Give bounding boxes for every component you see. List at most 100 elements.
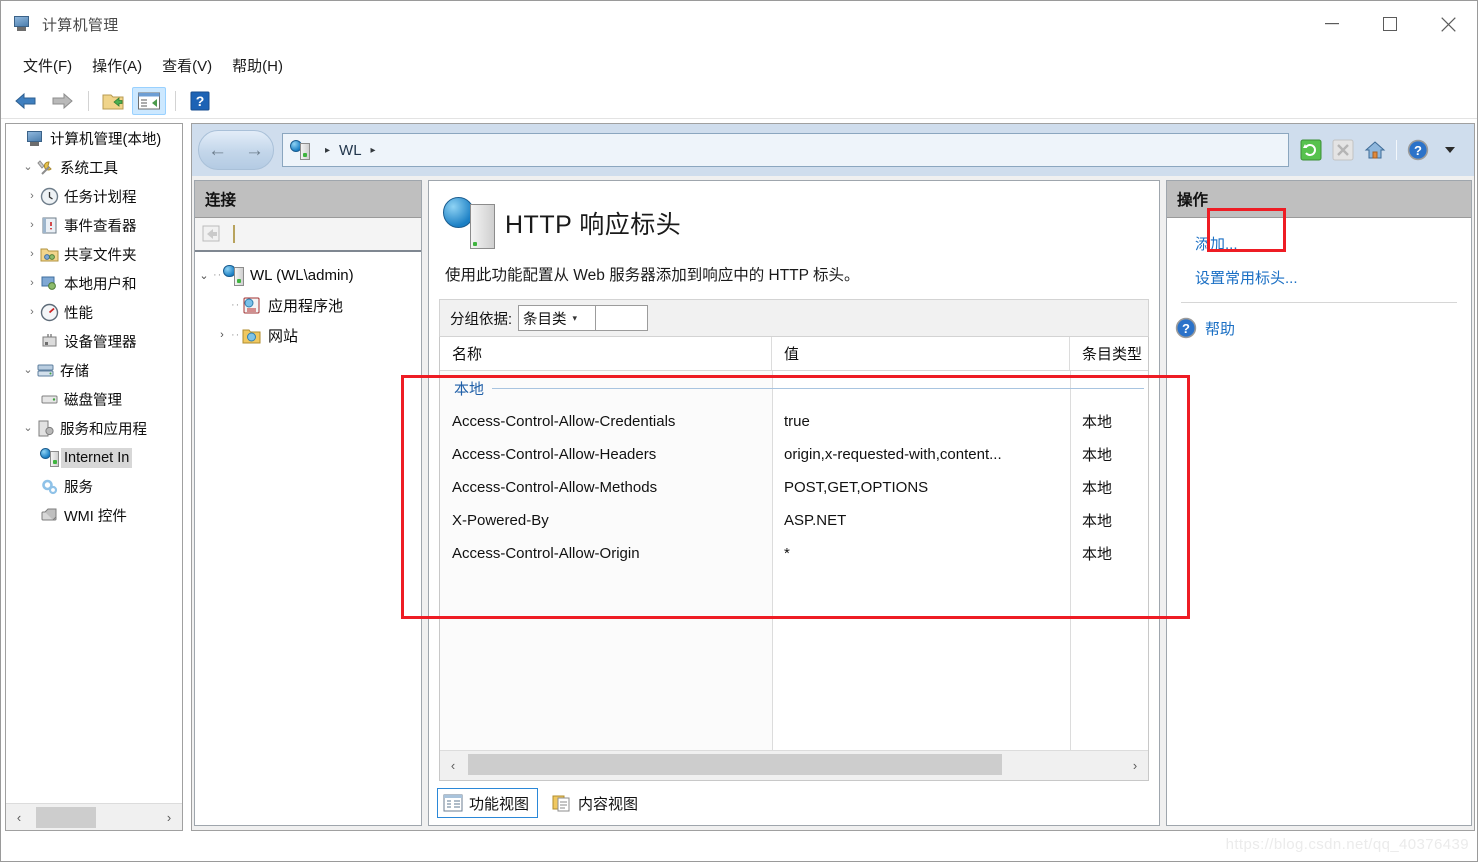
chevron-right-icon[interactable]: › xyxy=(24,191,40,202)
grid-horizontal-scrollbar[interactable]: ‹ › xyxy=(440,750,1148,780)
scroll-left-arrow[interactable]: ‹ xyxy=(6,804,32,830)
tree-node-label: 共享文件夹 xyxy=(64,248,137,264)
connect-icon[interactable] xyxy=(201,223,223,245)
cell-name: Access-Control-Allow-Headers xyxy=(452,446,657,463)
group-by-field-extension[interactable] xyxy=(596,305,649,331)
column-header-entry-type[interactable]: 条目类型 xyxy=(1070,337,1148,370)
chevron-right-icon[interactable]: › xyxy=(213,329,231,341)
minimize-button[interactable] xyxy=(1303,1,1361,47)
table-row[interactable]: Access-Control-Allow-Credentials true 本地 xyxy=(440,405,1148,438)
tree-node-storage[interactable]: ⌄ 存储 xyxy=(6,356,182,385)
menu-help[interactable]: 帮助(H) xyxy=(222,51,293,80)
server-icon xyxy=(290,140,310,160)
help-circle-icon: ? xyxy=(1175,317,1197,339)
tree-node-wmi-control[interactable]: WMI 控件 xyxy=(6,501,182,530)
help-circle-button[interactable]: ? xyxy=(1404,136,1432,164)
tree-node-shared-folders[interactable]: › 共享文件夹 xyxy=(6,240,182,269)
show-hide-console-tree-button[interactable] xyxy=(96,87,130,115)
toolbar-caret xyxy=(233,225,235,243)
tree-dots: ·· xyxy=(213,269,223,281)
home-button[interactable] xyxy=(1361,136,1389,164)
back-button[interactable] xyxy=(9,87,43,115)
tree-node-services-and-applications[interactable]: ⌄ 服务和应用程 xyxy=(6,414,182,443)
svg-text:?: ? xyxy=(1182,321,1190,336)
chevron-down-icon[interactable]: ⌄ xyxy=(195,269,213,282)
action-add[interactable]: 添加... xyxy=(1167,226,1471,260)
table-row[interactable]: Access-Control-Allow-Headers origin,x-re… xyxy=(440,438,1148,471)
chevron-down-icon[interactable]: ⌄ xyxy=(20,365,36,376)
toolbar-separator xyxy=(1396,140,1397,160)
tree-node-computer-management[interactable]: 计算机管理(本地) xyxy=(6,124,182,153)
menu-view[interactable]: 查看(V) xyxy=(152,51,222,80)
back-arrow-icon[interactable]: ← xyxy=(208,141,227,160)
grid-group-row-local[interactable]: 本地 xyxy=(440,371,1148,405)
scroll-left-arrow[interactable]: ‹ xyxy=(440,751,466,780)
action-set-common-headers[interactable]: 设置常用标头... xyxy=(1167,260,1471,294)
breadcrumb-separator-icon[interactable]: ▸ xyxy=(325,145,330,156)
chevron-right-icon[interactable]: › xyxy=(24,307,40,318)
chevron-right-icon[interactable]: › xyxy=(24,220,40,231)
tree-node-services[interactable]: 服务 xyxy=(6,472,182,501)
scroll-track[interactable] xyxy=(466,751,1122,780)
chevron-down-icon[interactable] xyxy=(1436,136,1464,164)
connection-node-wl[interactable]: ⌄ ·· WL (WL\admin) xyxy=(195,260,421,290)
scroll-thumb[interactable] xyxy=(468,754,1002,775)
tree-node-disk-management[interactable]: 磁盘管理 xyxy=(6,385,182,414)
connection-node-label: WL (WL\admin) xyxy=(250,266,354,284)
server-icon xyxy=(223,264,244,286)
cell-value: true xyxy=(784,413,810,430)
chevron-down-icon[interactable]: ⌄ xyxy=(20,162,36,173)
connection-node-sites[interactable]: › ·· 网站 xyxy=(195,320,421,350)
forward-arrow-icon[interactable]: → xyxy=(245,141,264,160)
tab-features-view[interactable]: 功能视图 xyxy=(437,788,539,818)
maximize-button[interactable] xyxy=(1361,1,1419,47)
table-row[interactable]: X-Powered-By ASP.NET 本地 xyxy=(440,504,1148,537)
eventlog-icon xyxy=(40,216,59,235)
chevron-down-icon[interactable]: ⌄ xyxy=(20,423,36,434)
stop-button xyxy=(1329,136,1357,164)
tree-node-performance[interactable]: › 性能 xyxy=(6,298,182,327)
console-tree-horizontal-scrollbar[interactable]: ‹ › xyxy=(6,803,182,830)
tree-node-label: 设备管理器 xyxy=(64,335,137,351)
close-button[interactable] xyxy=(1419,1,1477,47)
tree-node-device-manager[interactable]: 设备管理器 xyxy=(6,327,182,356)
tree-node-task-scheduler[interactable]: › 任务计划程 xyxy=(6,182,182,211)
tree-node-local-users-groups[interactable]: › 本地用户和 xyxy=(6,269,182,298)
table-row[interactable]: Access-Control-Allow-Methods POST,GET,OP… xyxy=(440,471,1148,504)
tree-node-event-viewer[interactable]: › 事件查看器 xyxy=(6,211,182,240)
breadcrumb-item-wl[interactable]: WL xyxy=(339,142,362,159)
column-header-value[interactable]: 值 xyxy=(772,337,1070,370)
tree-node-internet-information-services[interactable]: Internet In xyxy=(6,443,182,472)
chevron-down-icon[interactable]: ▾ xyxy=(573,313,578,324)
disk-management-icon xyxy=(40,390,59,409)
scroll-track[interactable] xyxy=(32,804,156,830)
action-label: 添加... xyxy=(1195,235,1238,253)
tree-node-system-tools[interactable]: ⌄ 系统工具 xyxy=(6,153,182,182)
page-title: HTTP 响应标头 xyxy=(505,211,682,239)
action-help[interactable]: ? 帮助 xyxy=(1167,311,1471,345)
breadcrumb-separator-icon-2[interactable]: ▸ xyxy=(371,145,376,156)
menu-file[interactable]: 文件(F) xyxy=(13,51,82,80)
scroll-thumb[interactable] xyxy=(36,807,96,828)
refresh-button[interactable] xyxy=(1297,136,1325,164)
column-header-name[interactable]: 名称 xyxy=(440,337,772,370)
chevron-right-icon[interactable]: › xyxy=(24,278,40,289)
table-row[interactable]: Access-Control-Allow-Origin * 本地 xyxy=(440,537,1148,570)
chevron-right-icon[interactable]: › xyxy=(24,249,40,260)
page-header: HTTP 响应标头 xyxy=(429,181,1159,249)
menu-action[interactable]: 操作(A) xyxy=(82,51,152,80)
forward-button[interactable] xyxy=(45,87,79,115)
storage-icon xyxy=(36,361,55,380)
connections-tree: ⌄ ·· WL (WL\admin) ·· 应用程序池 › ·· 网站 xyxy=(195,252,421,350)
connections-header: 连接 xyxy=(195,181,421,218)
tree-node-label: 系统工具 xyxy=(60,161,118,177)
help-button[interactable]: ? xyxy=(183,87,217,115)
tab-content-view[interactable]: 内容视图 xyxy=(546,788,647,818)
connection-node-application-pools[interactable]: ·· 应用程序池 xyxy=(195,290,421,320)
breadcrumb[interactable]: ▸ WL ▸ xyxy=(282,133,1289,167)
scroll-right-arrow[interactable]: › xyxy=(156,804,182,830)
scroll-right-arrow[interactable]: › xyxy=(1122,751,1148,780)
show-hide-action-pane-button[interactable] xyxy=(132,86,166,115)
cell-name: X-Powered-By xyxy=(452,512,549,529)
group-by-select[interactable]: 条目类型 ▾ xyxy=(518,305,597,331)
